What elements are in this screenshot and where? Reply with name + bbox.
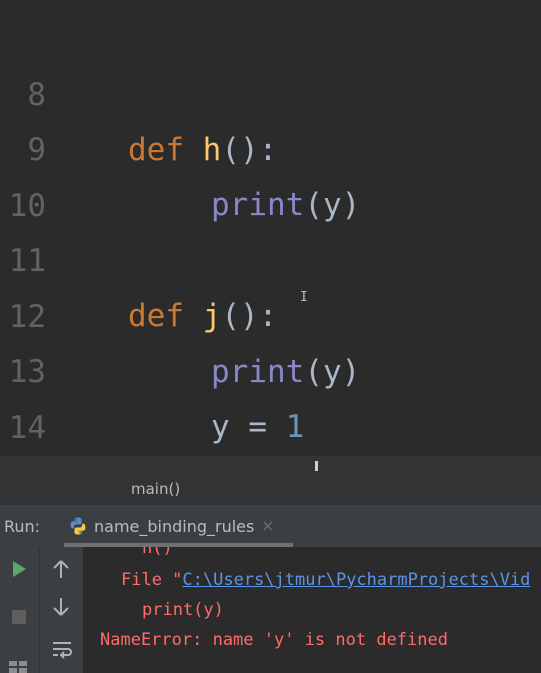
console-error-line: NameError: name 'y' is not defined: [100, 630, 448, 650]
rerun-play-icon[interactable]: [11, 560, 27, 578]
code-line-10[interactable]: 10: [0, 124, 541, 224]
close-icon[interactable]: ×: [261, 516, 274, 535]
arrow-up-icon[interactable]: [52, 559, 70, 579]
run-panel: h() File "C:\Users\jtmur\PycharmProjects…: [0, 547, 541, 673]
console-file-prefix: File ": [121, 570, 183, 590]
code-line-15[interactable]: 15 def main():: [0, 401, 541, 456]
code-line-8[interactable]: 8 def h():: [0, 13, 541, 168]
console-file-link[interactable]: C:\Users\jtmur\PycharmProjects\Vid: [182, 570, 530, 590]
run-tool-window-header: Run: name_binding_rules ×: [0, 505, 541, 547]
code-line-11[interactable]: 11 def j():: [0, 179, 541, 334]
breadcrumb[interactable]: main(): [131, 480, 180, 498]
run-toolbar-primary: [0, 547, 40, 673]
python-icon: [70, 517, 86, 535]
run-label: Run:: [4, 517, 41, 536]
console-line: print(y): [142, 600, 224, 620]
run-tab[interactable]: name_binding_rules ×: [64, 505, 293, 547]
console-line: h(): [142, 547, 173, 558]
code-line-14[interactable]: 14: [0, 346, 541, 446]
layout-grid-icon[interactable]: [8, 657, 30, 673]
code-line-9[interactable]: 9 print(y): [0, 68, 541, 223]
mouse-ibeam-cursor-icon: I: [300, 290, 308, 305]
arrow-down-icon[interactable]: [52, 597, 70, 617]
code-line-12[interactable]: 12 print(y): [0, 235, 541, 390]
code-line-13[interactable]: 13 y = 1: [0, 290, 541, 445]
console-line: File "C:\Users\jtmur\PycharmProjects\Vid: [121, 570, 530, 590]
run-tab-title: name_binding_rules: [94, 517, 255, 536]
soft-wrap-icon[interactable]: [51, 639, 73, 661]
code-editor[interactable]: 8 def h(): 9 print(y) 10 11 def j(): 12 …: [0, 0, 541, 456]
stop-icon[interactable]: [11, 609, 27, 625]
console-output[interactable]: h() File "C:\Users\jtmur\PycharmProjects…: [84, 547, 541, 673]
text-caret-icon: [315, 461, 318, 471]
breadcrumb-bar: main(): [0, 456, 541, 505]
run-toolbar-secondary: [40, 547, 83, 673]
